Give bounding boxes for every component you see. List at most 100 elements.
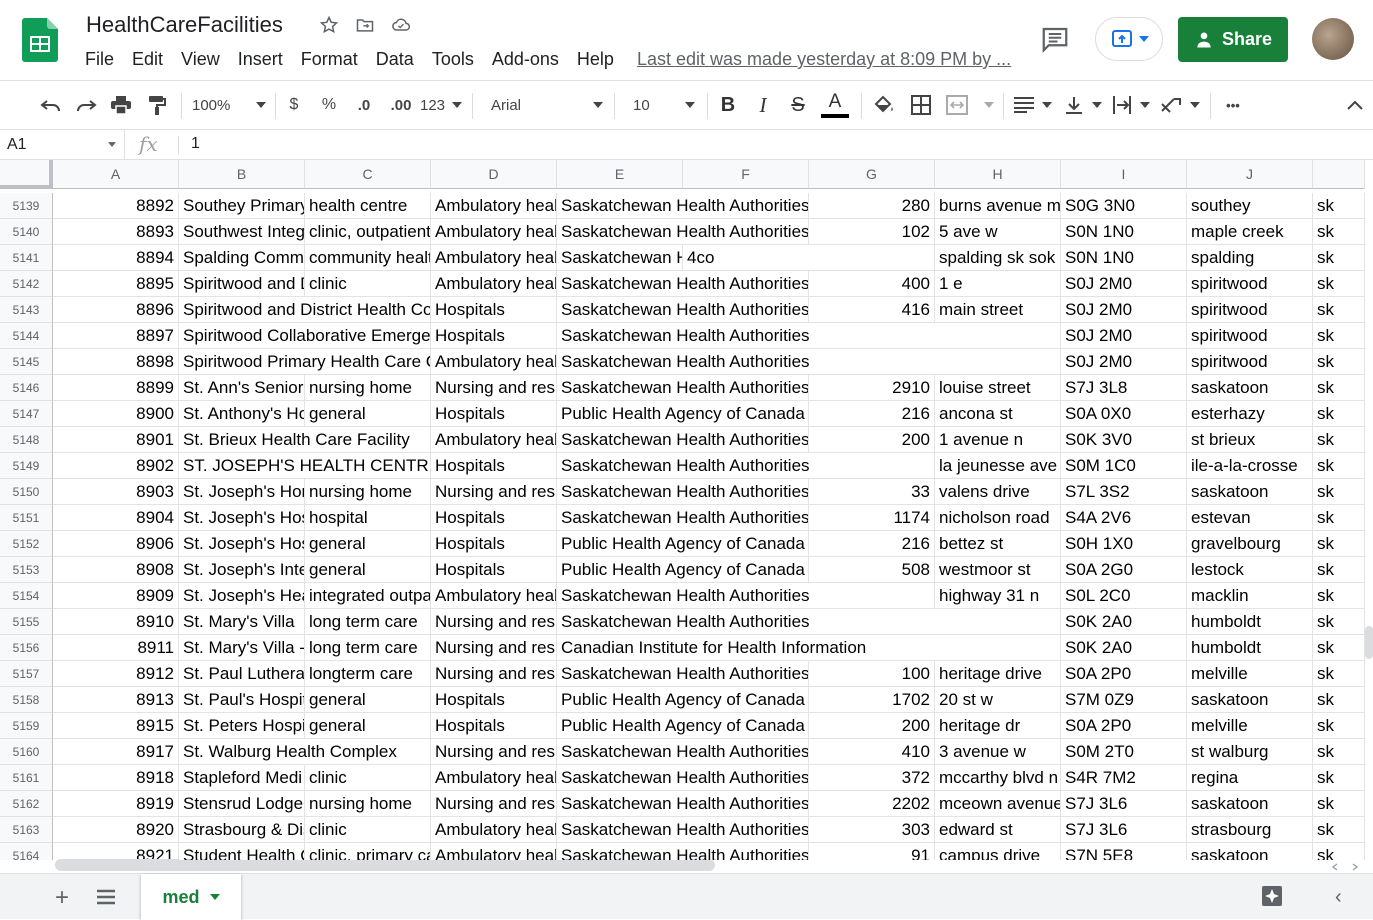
table-cell[interactable]: St. Mary's Villa - xyxy=(179,635,305,661)
table-cell[interactable]: sk xyxy=(1313,635,1365,661)
paint-format-icon[interactable] xyxy=(144,81,170,129)
table-cell[interactable]: spiritwood xyxy=(1187,271,1313,297)
table-cell[interactable]: louise street xyxy=(935,375,1061,401)
table-cell[interactable]: Saskatchewan Health Authorities xyxy=(557,739,809,765)
currency-format-button[interactable]: $ xyxy=(284,81,304,129)
table-cell[interactable]: main street xyxy=(935,297,1061,323)
table-cell[interactable]: general xyxy=(305,713,431,739)
table-cell[interactable]: st walburg xyxy=(1187,739,1313,765)
sheets-logo-icon[interactable] xyxy=(22,18,58,62)
table-cell[interactable]: campus drive xyxy=(935,843,1061,860)
table-cell[interactable]: burns avenue ma xyxy=(935,193,1061,219)
menu-tools[interactable]: Tools xyxy=(432,49,474,70)
table-cell[interactable]: Saskatchewan Health Authorities xyxy=(557,193,809,219)
row-header[interactable]: 5157 xyxy=(0,661,53,687)
table-cell[interactable]: 8913 xyxy=(53,687,179,713)
row-header[interactable]: 5160 xyxy=(0,739,53,765)
column-header[interactable]: H xyxy=(935,160,1061,189)
table-cell[interactable]: 8915 xyxy=(53,713,179,739)
table-cell[interactable]: St. Joseph's Inte xyxy=(179,557,305,583)
table-cell[interactable]: S0A 2P0 xyxy=(1061,713,1187,739)
table-cell[interactable]: spiritwood xyxy=(1187,297,1313,323)
table-cell[interactable]: Public Health Agency of Canada xyxy=(557,687,809,713)
table-cell[interactable]: Ambulatory heal xyxy=(431,427,557,453)
table-cell[interactable]: Saskatchewan Health Authorities xyxy=(557,219,809,245)
table-cell[interactable]: sk xyxy=(1313,661,1365,687)
row-header[interactable]: 5147 xyxy=(0,401,53,427)
table-cell[interactable]: Stapleford Medi xyxy=(179,765,305,791)
table-cell[interactable]: sk xyxy=(1313,505,1365,531)
table-cell[interactable]: 91 xyxy=(809,843,935,860)
row-header[interactable]: 5153 xyxy=(0,557,53,583)
table-cell[interactable]: Hospitals xyxy=(431,297,557,323)
add-sheet-icon[interactable]: + xyxy=(55,884,69,912)
undo-icon[interactable] xyxy=(38,81,64,129)
table-cell[interactable]: 200 xyxy=(809,427,935,453)
table-cell[interactable]: clinic xyxy=(305,817,431,843)
table-cell[interactable]: sk xyxy=(1313,453,1365,479)
table-cell[interactable]: sk xyxy=(1313,349,1365,375)
table-cell[interactable]: Ambulatory heal xyxy=(431,843,557,860)
table-cell[interactable]: 8896 xyxy=(53,297,179,323)
menu-addons[interactable]: Add-ons xyxy=(492,49,559,70)
table-cell[interactable]: edward st xyxy=(935,817,1061,843)
more-options-icon[interactable]: ••• xyxy=(1220,81,1246,129)
row-header[interactable]: 5159 xyxy=(0,713,53,739)
table-cell[interactable]: 8904 xyxy=(53,505,179,531)
table-cell[interactable]: Saskatchewan Health Authorities xyxy=(557,427,809,453)
column-header[interactable]: G xyxy=(809,160,935,189)
table-cell[interactable]: 8911 xyxy=(53,635,179,661)
row-header[interactable]: 5161 xyxy=(0,765,53,791)
table-cell[interactable]: 8919 xyxy=(53,791,179,817)
table-cell[interactable]: Hospitals xyxy=(431,713,557,739)
table-cell[interactable]: 8893 xyxy=(53,219,179,245)
table-cell[interactable]: 1174 xyxy=(809,505,935,531)
percent-format-button[interactable]: % xyxy=(318,81,340,129)
table-cell[interactable]: Ambulatory heal xyxy=(431,271,557,297)
table-cell[interactable]: sk xyxy=(1313,479,1365,505)
table-cell[interactable]: S0J 2M0 xyxy=(1061,271,1187,297)
table-cell[interactable]: saskatoon xyxy=(1187,375,1313,401)
row-header[interactable]: 5163 xyxy=(0,817,53,843)
column-header[interactable]: D xyxy=(431,160,557,189)
sheet-tab-active[interactable]: med xyxy=(141,874,241,920)
table-cell[interactable]: Hospitals xyxy=(431,531,557,557)
table-cell[interactable]: S0G 3N0 xyxy=(1061,193,1187,219)
table-cell[interactable]: sk xyxy=(1313,323,1365,349)
table-cell[interactable]: Spalding Commu xyxy=(179,245,305,271)
redo-icon[interactable] xyxy=(73,81,99,129)
table-cell[interactable]: westmoor st xyxy=(935,557,1061,583)
table-cell[interactable]: sk xyxy=(1313,193,1365,219)
table-cell[interactable]: Nursing and resi xyxy=(431,479,557,505)
table-cell[interactable]: Hospitals xyxy=(431,505,557,531)
table-cell[interactable]: 416 xyxy=(809,297,935,323)
table-cell[interactable]: mccarthy blvd n xyxy=(935,765,1061,791)
table-cell[interactable]: 20 st w xyxy=(935,687,1061,713)
table-cell[interactable]: 200 xyxy=(809,713,935,739)
table-cell[interactable]: saskatoon xyxy=(1187,687,1313,713)
scroll-arrows-icon[interactable] xyxy=(1330,862,1360,872)
table-cell[interactable]: Hospitals xyxy=(431,687,557,713)
move-folder-icon[interactable] xyxy=(354,14,376,36)
select-all-corner[interactable] xyxy=(0,160,53,189)
table-cell[interactable]: saskatoon xyxy=(1187,479,1313,505)
table-cell[interactable]: 8899 xyxy=(53,375,179,401)
table-cell[interactable]: sk xyxy=(1313,245,1365,271)
table-cell[interactable]: sk xyxy=(1313,427,1365,453)
table-cell[interactable]: 8908 xyxy=(53,557,179,583)
table-cell[interactable]: Saskatchewan Health Authorities xyxy=(557,349,1061,375)
table-cell[interactable]: sk xyxy=(1313,843,1365,860)
table-cell[interactable]: Student Health C xyxy=(179,843,305,860)
table-cell[interactable]: 8897 xyxy=(53,323,179,349)
share-button[interactable]: Share xyxy=(1178,17,1288,62)
table-cell[interactable]: S4A 2V6 xyxy=(1061,505,1187,531)
increase-decimal-button[interactable]: .00 xyxy=(384,81,418,129)
avatar[interactable] xyxy=(1312,18,1354,60)
side-panel-chevron-icon[interactable]: ‹ xyxy=(1335,886,1342,909)
table-cell[interactable]: 8921 xyxy=(53,843,179,860)
vertical-align-button[interactable] xyxy=(1064,81,1102,129)
table-cell[interactable]: Ambulatory heal xyxy=(431,765,557,791)
table-cell[interactable]: Ambulatory heal xyxy=(431,349,557,375)
table-cell[interactable]: St. Paul's Hospit xyxy=(179,687,305,713)
table-cell[interactable]: ST. JOSEPH'S HEALTH CENTRE xyxy=(179,453,431,479)
